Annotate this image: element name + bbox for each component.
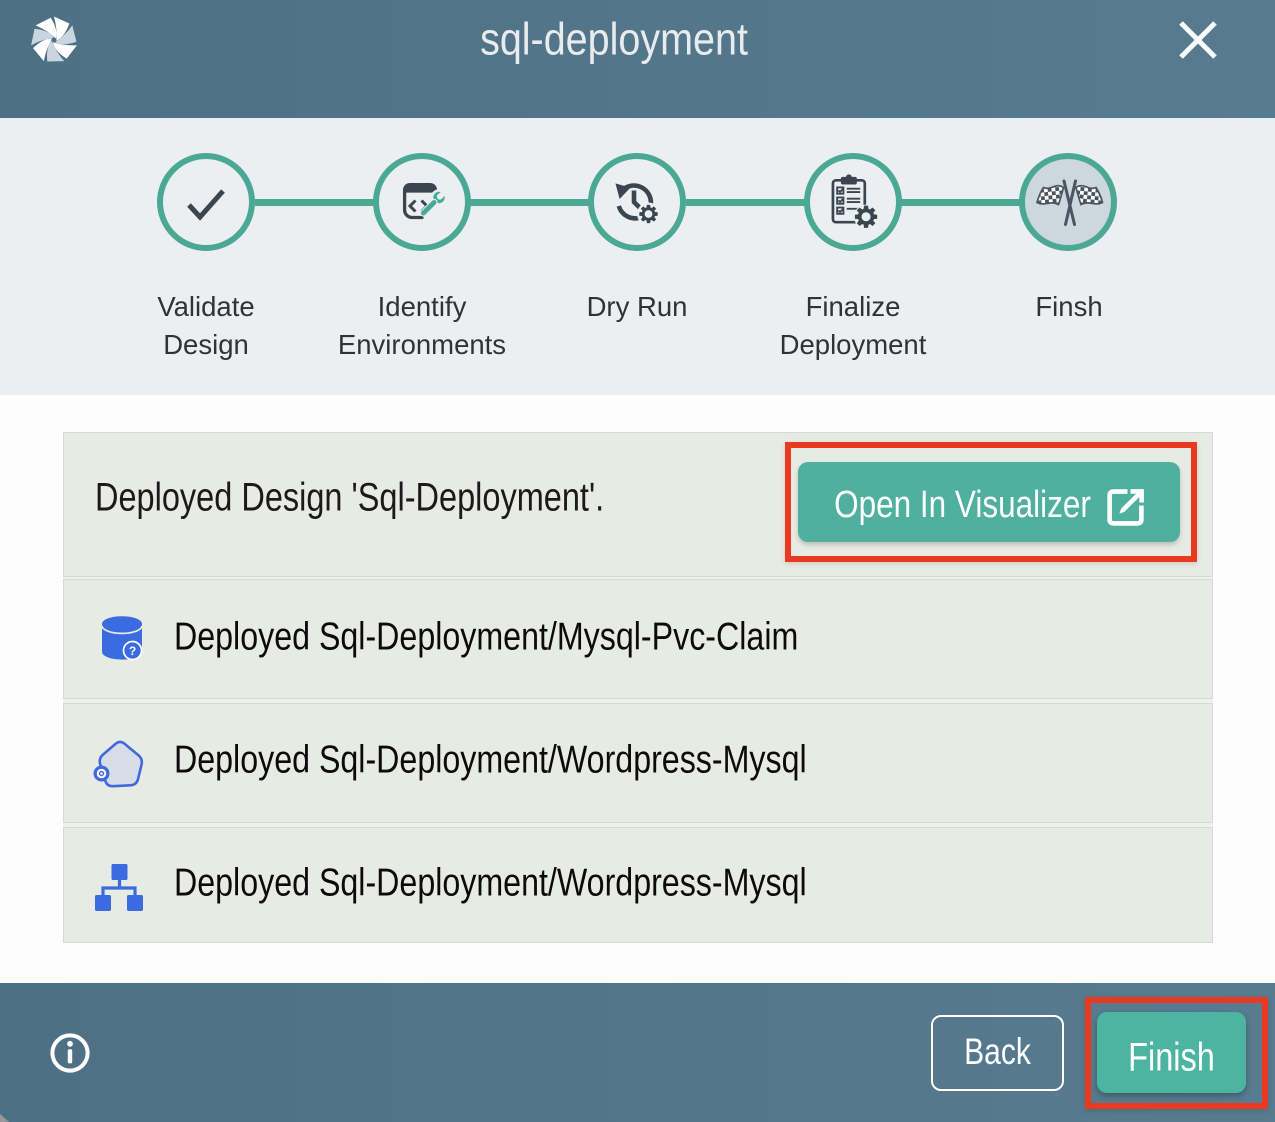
- svg-text:?: ?: [129, 644, 136, 658]
